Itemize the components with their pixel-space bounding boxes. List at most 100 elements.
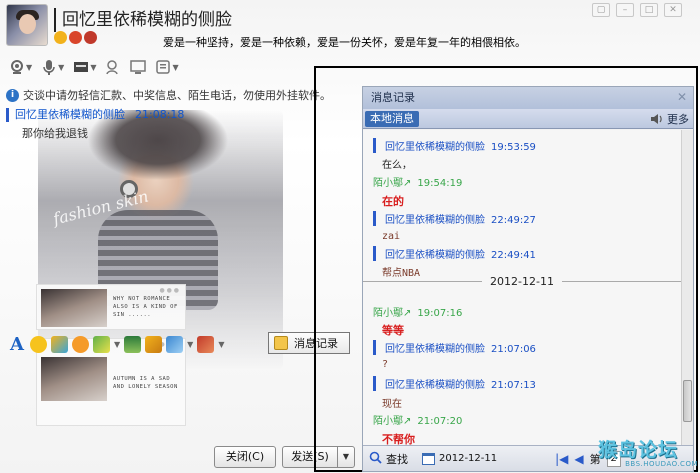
chevron-down-icon[interactable]: ▼ xyxy=(218,340,224,349)
log-time: 22:49:27 xyxy=(491,215,536,226)
more-button[interactable]: 更多 xyxy=(650,111,689,127)
log-text: ? xyxy=(382,359,389,370)
remote-desktop-button[interactable] xyxy=(129,59,146,76)
log-entry: 回忆里依稀模糊的侧脸 21:07:06 xyxy=(373,340,536,355)
message-text: 那你给我退钱 xyxy=(22,127,88,140)
tab-local-messages[interactable]: 本地消息 xyxy=(365,111,419,127)
card-caption: WHY NOT ROMANCE ALSO IS A KIND OF SIN ..… xyxy=(113,296,178,318)
magic-emoji-icon[interactable] xyxy=(51,335,68,353)
log-time: 19:53:59 xyxy=(491,142,536,153)
card-photo xyxy=(41,357,107,401)
message-time: 21:08:18 xyxy=(135,108,185,121)
log-sender: 回忆里依稀模糊的侧脸 xyxy=(385,344,485,355)
skin-card: ● ● ● WHY NOT ROMANCE ALSO IS A KIND OF … xyxy=(36,284,186,330)
chevron-down-icon: ▼ xyxy=(90,62,97,72)
security-notice: i 交谈中请勿轻信汇款、中奖信息、陌生电话，勿使用外挂软件。 xyxy=(6,86,330,104)
log-time: 21:07:20 xyxy=(417,416,463,427)
voice-call-button[interactable]: ▼ xyxy=(40,59,64,76)
message-log: 回忆里依稀模糊的侧脸 19:53:59 在么， 陌小鄢↗ 19:54:19 在的 回… xyxy=(363,130,681,445)
separator-line xyxy=(561,280,681,282)
card-photo xyxy=(41,289,107,327)
find-button[interactable]: 查找 xyxy=(369,451,408,467)
minimize-button[interactable]: – xyxy=(616,3,634,17)
watermark: 猴岛论坛 BBS.HOUDAO.COM xyxy=(598,440,698,472)
contact-name: 回忆里依稀模糊的侧脸 xyxy=(54,8,294,32)
chevron-down-icon: ▼ xyxy=(26,62,33,72)
font-icon[interactable]: A xyxy=(8,334,26,355)
emoji-icon[interactable] xyxy=(30,335,47,353)
video-call-button[interactable]: ▼ xyxy=(8,59,32,76)
log-sender: 回忆里依稀模糊的侧脸 xyxy=(385,215,485,226)
folder-icon xyxy=(72,59,89,76)
avatar-face xyxy=(19,14,36,34)
nudge-icon[interactable] xyxy=(72,335,89,353)
separator-date: 2012-12-11 xyxy=(490,274,554,288)
close-icon[interactable]: ✕ xyxy=(675,90,689,104)
log-time: 22:49:41 xyxy=(491,250,536,261)
log-sender: 回忆里依稀模糊的侧脸 xyxy=(385,142,485,153)
image-icon[interactable] xyxy=(124,335,142,353)
maximize-button[interactable]: □ xyxy=(640,3,658,17)
scroll-thumb[interactable] xyxy=(683,380,692,422)
chevron-down-icon: ▼ xyxy=(172,62,179,72)
card-caption: AUTUMN IS A SAD AND LONELY SEASON xyxy=(113,376,178,390)
log-entry: 回忆里依稀模糊的侧脸 21:07:13 xyxy=(373,376,536,391)
chevron-down-icon[interactable]: ▼ xyxy=(187,340,193,349)
star-icon[interactable] xyxy=(54,31,67,44)
penguin-icon[interactable] xyxy=(69,31,82,44)
log-time: 21:07:06 xyxy=(491,344,536,355)
date-value: 2012-12-11 xyxy=(439,453,498,464)
log-time: 21:07:13 xyxy=(491,380,536,391)
scrollbar[interactable] xyxy=(681,130,693,445)
log-entry: 陌小鄢↗ 19:07:16 xyxy=(373,304,462,319)
app-icon xyxy=(154,59,171,76)
info-icon: i xyxy=(6,88,19,102)
history-icon xyxy=(274,336,288,350)
add-user-icon xyxy=(104,59,121,76)
calendar-icon xyxy=(422,452,435,465)
search-icon xyxy=(369,451,382,467)
format-toolbar: A ▼ ▼ ▼ xyxy=(8,334,224,355)
monitor-icon xyxy=(129,59,146,76)
first-page-icon[interactable]: |◀ xyxy=(555,452,568,466)
music-icon[interactable] xyxy=(145,335,163,353)
log-sender: 陌小鄢↗ xyxy=(373,178,412,189)
message-history-panel: 消息记录 ✕ 本地消息 更多 回忆里依稀模糊的侧脸 19:53:59 在么， 陌小… xyxy=(362,86,694,472)
file-transfer-button[interactable]: ▼ xyxy=(72,59,96,76)
top-toolbar: ▼ ▼ ▼ ▼ xyxy=(8,56,179,78)
signature-text: 爱是一种坚持，爱是一种依赖，爱是一份关怀，爱是年复一年的相偎相依。 xyxy=(163,36,526,49)
gift-icon[interactable] xyxy=(197,335,215,353)
panel-tabbar: 本地消息 更多 xyxy=(363,109,693,129)
close-button[interactable]: 关闭(C) xyxy=(214,446,276,468)
log-sender: 陌小鄢↗ xyxy=(373,416,412,427)
add-contact-button[interactable] xyxy=(104,59,121,76)
log-text: zai xyxy=(382,231,401,242)
avatar[interactable] xyxy=(6,4,48,46)
microphone-icon xyxy=(40,59,57,76)
date-picker[interactable]: 2012-12-11 xyxy=(422,452,498,465)
speaker-icon xyxy=(650,112,664,126)
find-label: 查找 xyxy=(386,452,408,466)
status-icons xyxy=(54,31,97,45)
separator-line xyxy=(363,280,483,282)
vip-icon[interactable] xyxy=(84,31,97,44)
log-entry: 回忆里依稀模糊的侧脸 22:49:27 xyxy=(373,211,536,226)
log-time: 19:54:19 xyxy=(417,178,463,189)
restore-button[interactable]: ▢ xyxy=(592,3,610,17)
chevron-down-icon[interactable]: ▼ xyxy=(114,340,120,349)
log-sender: 陌小鄢↗ xyxy=(373,308,412,319)
more-label: 更多 xyxy=(667,113,689,126)
screenshot-icon[interactable] xyxy=(166,335,184,353)
watermark-title: 猴岛论坛 xyxy=(598,439,679,461)
card-dots: ● ● ● xyxy=(159,287,179,294)
doodle-icon[interactable] xyxy=(93,335,110,353)
log-text: 现在 xyxy=(382,399,402,410)
date-separator: 2012-12-11 xyxy=(363,274,681,288)
prev-page-icon[interactable]: ◀ xyxy=(574,452,583,466)
log-text: 在的 xyxy=(382,195,404,208)
panel-title: 消息记录 xyxy=(363,87,693,109)
close-window-button[interactable]: ✕ xyxy=(664,3,682,17)
log-entry: 陌小鄢↗ 19:54:19 xyxy=(373,174,462,189)
watermark-url: BBS.HOUDAO.COM xyxy=(625,460,698,468)
app-menu-button[interactable]: ▼ xyxy=(154,59,179,76)
